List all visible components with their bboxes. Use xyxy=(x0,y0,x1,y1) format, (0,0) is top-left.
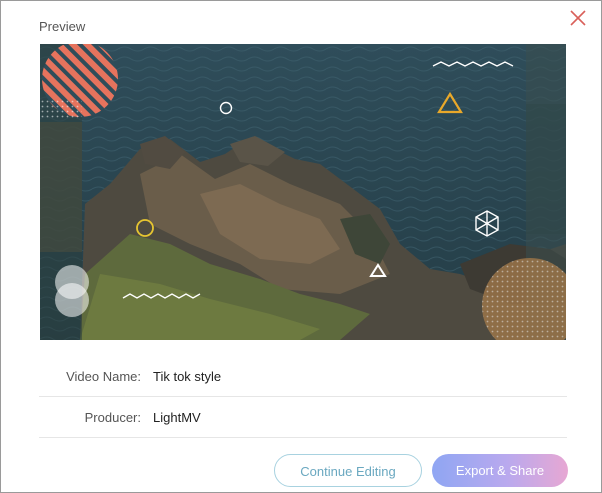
close-button[interactable] xyxy=(567,7,589,29)
producer-label: Producer: xyxy=(84,410,141,425)
dialog-title: Preview xyxy=(39,19,86,34)
continue-editing-button[interactable]: Continue Editing xyxy=(274,454,422,487)
preview-dialog: Preview Video Name: Tik tok style Produc… xyxy=(0,0,602,493)
video-name-label: Video Name: xyxy=(66,369,141,384)
close-icon xyxy=(570,10,586,26)
producer-value: LightMV xyxy=(153,410,201,425)
video-name-row: Video Name: Tik tok style xyxy=(39,356,567,397)
producer-row: Producer: LightMV xyxy=(39,397,567,438)
video-name-value: Tik tok style xyxy=(153,369,222,384)
export-share-button[interactable]: Export & Share xyxy=(432,454,568,487)
preview-image xyxy=(40,44,566,340)
video-preview[interactable] xyxy=(40,44,566,340)
